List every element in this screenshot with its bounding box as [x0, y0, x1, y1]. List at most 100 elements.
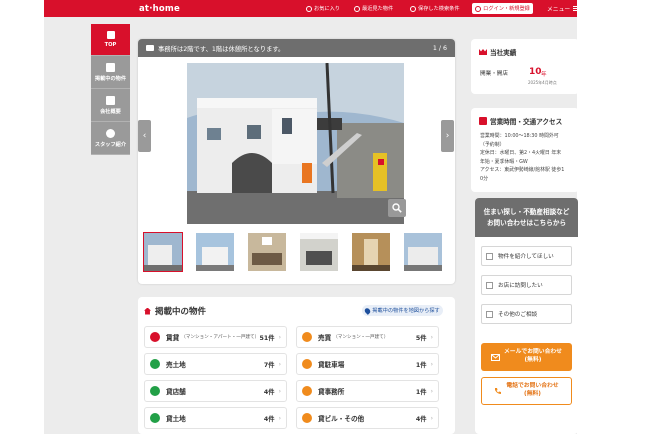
years-value: 10	[529, 67, 542, 77]
nav-recent[interactable]: 最近見た物件	[354, 5, 393, 12]
category-item[interactable]: 貸ビル・その他 4件 ›	[296, 407, 439, 429]
user-icon	[475, 5, 482, 12]
nav-favorites[interactable]: お気に入り	[306, 5, 340, 12]
building-photo	[187, 63, 404, 224]
thumbnail-strip	[143, 232, 442, 272]
sidenav-staff[interactable]: スタッフ紹介	[91, 122, 130, 155]
staff-icon	[106, 128, 115, 138]
category-name: 売土地	[166, 361, 186, 369]
category-name: 売買	[318, 334, 332, 342]
photo-pager: 1 / 6	[432, 44, 447, 52]
category-icon	[302, 386, 312, 396]
category-name: 貸土地	[166, 415, 186, 423]
achievements-heading: 当社実績	[479, 47, 516, 57]
building-icon	[106, 62, 115, 72]
thumbnail[interactable]	[300, 233, 338, 271]
phone-inquiry-button[interactable]: 電話でお問い合わせ (無料)	[481, 377, 572, 405]
thumbnail[interactable]	[404, 233, 442, 271]
mail-inquiry-button[interactable]: メールでお問い合わせ (無料)	[481, 343, 572, 371]
category-icon	[302, 413, 312, 423]
heart-icon	[306, 5, 312, 12]
category-item[interactable]: 貸駐車場 1件 ›	[296, 353, 439, 375]
house-icon	[144, 307, 151, 315]
photo-caption: 事務所は2階です、1階は休憩所となります。	[158, 45, 285, 53]
sidenav-top-label: TOP	[104, 42, 117, 48]
chevron-right-icon: ›	[278, 333, 281, 341]
hours-line: （予約制）	[480, 141, 505, 148]
category-icon	[150, 359, 160, 369]
chevron-right-icon: ›	[278, 360, 281, 368]
hours-line: 年始・夏季休暇・GW	[480, 158, 528, 165]
sidenav-company[interactable]: 会社概要	[91, 89, 130, 122]
main-photo[interactable]	[187, 63, 404, 224]
nav-favorites-label: お気に入り	[314, 6, 340, 12]
thumbnail[interactable]	[143, 232, 183, 272]
category-count: 4件	[263, 415, 275, 423]
category-item[interactable]: 貸店舗 4件 ›	[144, 380, 287, 402]
category-name: 貸店舗	[166, 388, 186, 396]
login-button[interactable]: ログイン・新規登録	[472, 3, 533, 14]
chevron-right-icon: ›	[430, 387, 433, 395]
checkbox[interactable]	[486, 252, 493, 260]
category-item[interactable]: 貸事務所 1件 ›	[296, 380, 439, 402]
phone-icon	[495, 388, 502, 394]
chevron-right-icon: ›	[430, 333, 433, 341]
contact-heading-line2: お問い合わせはこちらから	[486, 218, 567, 227]
achievements-title: 当社実績	[490, 49, 517, 57]
category-item[interactable]: 貸土地 4件 ›	[144, 407, 287, 429]
next-photo-button[interactable]: ›	[441, 120, 454, 152]
header-nav: お気に入り 最近見た物件 保存した検索条件 ログイン・新規登録 メニュー	[0, 0, 650, 17]
clock-icon	[354, 5, 360, 12]
menu-button[interactable]: メニュー	[547, 4, 581, 13]
phone-button-label: 電話でお問い合わせ	[506, 383, 559, 390]
nav-saved-search[interactable]: 保存した検索条件	[410, 5, 460, 12]
category-icon	[302, 359, 312, 369]
chevron-right-icon: ›	[430, 414, 433, 422]
phone-button-free: (無料)	[524, 391, 541, 397]
calendar-icon	[479, 117, 487, 125]
prev-photo-button[interactable]: ‹	[138, 120, 151, 152]
sidenav-listings-label: 掲載中の物件	[94, 75, 127, 82]
checkbox[interactable]	[486, 310, 493, 318]
bell-icon	[410, 5, 416, 12]
category-name: 貸ビル・その他	[318, 415, 365, 423]
category-icon	[150, 386, 160, 396]
map-search-button[interactable]: 掲載中の物件を地図から探す	[362, 305, 443, 316]
photo-gallery: 事務所は2階です、1階は休憩所となります。 1 / 6 ‹ ›	[138, 39, 455, 284]
nav-recent-label: 最近見た物件	[362, 6, 394, 12]
option-label: お店に訪問したい	[498, 283, 543, 289]
category-item[interactable]: 賃貸 （マンション・アパート・一戸建て） 51件 ›	[144, 326, 287, 348]
category-count: 4件	[415, 415, 427, 423]
option-visit-store[interactable]: お店に訪問したい	[481, 275, 572, 295]
category-name: 貸駐車場	[318, 361, 345, 369]
crown-icon	[479, 49, 487, 55]
top-icon	[106, 31, 115, 39]
category-icon	[150, 413, 160, 423]
category-icon	[302, 332, 312, 342]
zoom-button[interactable]	[388, 199, 406, 217]
sidenav-top[interactable]: TOP	[91, 24, 130, 56]
category-item[interactable]: 売土地 7件 ›	[144, 353, 287, 375]
nav-saved-search-label: 保存した検索条件	[418, 6, 460, 12]
map-search-label: 掲載中の物件を地図から探す	[372, 308, 440, 314]
hours-card: 営業時間・交通アクセス 営業時間：10:00～18:30 時間外可 （予約制） 定休…	[471, 108, 579, 192]
sidenav-listings[interactable]: 掲載中の物件	[91, 56, 130, 89]
checkbox[interactable]	[486, 281, 493, 289]
category-count: 7件	[263, 361, 275, 369]
category-item[interactable]: 売買 （マンション・一戸建て） 5件 ›	[296, 326, 439, 348]
category-icon	[150, 332, 160, 342]
contact-heading: 住まい探し・不動産相談など お問い合わせはこちらから	[475, 198, 578, 237]
sidenav-company-label: 会社概要	[100, 108, 121, 115]
hours-line: 0分	[480, 175, 489, 182]
category-name: 賃貸	[166, 334, 180, 342]
category-name: 貸事務所	[318, 388, 345, 396]
thumbnail[interactable]	[352, 233, 390, 271]
chevron-right-icon: ›	[278, 414, 281, 422]
map-pin-icon	[363, 306, 372, 315]
magnifier-icon	[392, 203, 402, 213]
thumbnail[interactable]	[248, 233, 286, 271]
mail-button-free: (無料)	[524, 357, 542, 363]
thumbnail[interactable]	[196, 233, 234, 271]
option-introduce-property[interactable]: 物件を紹介してほしい	[481, 246, 572, 266]
option-other[interactable]: その他のご相談	[481, 304, 572, 324]
